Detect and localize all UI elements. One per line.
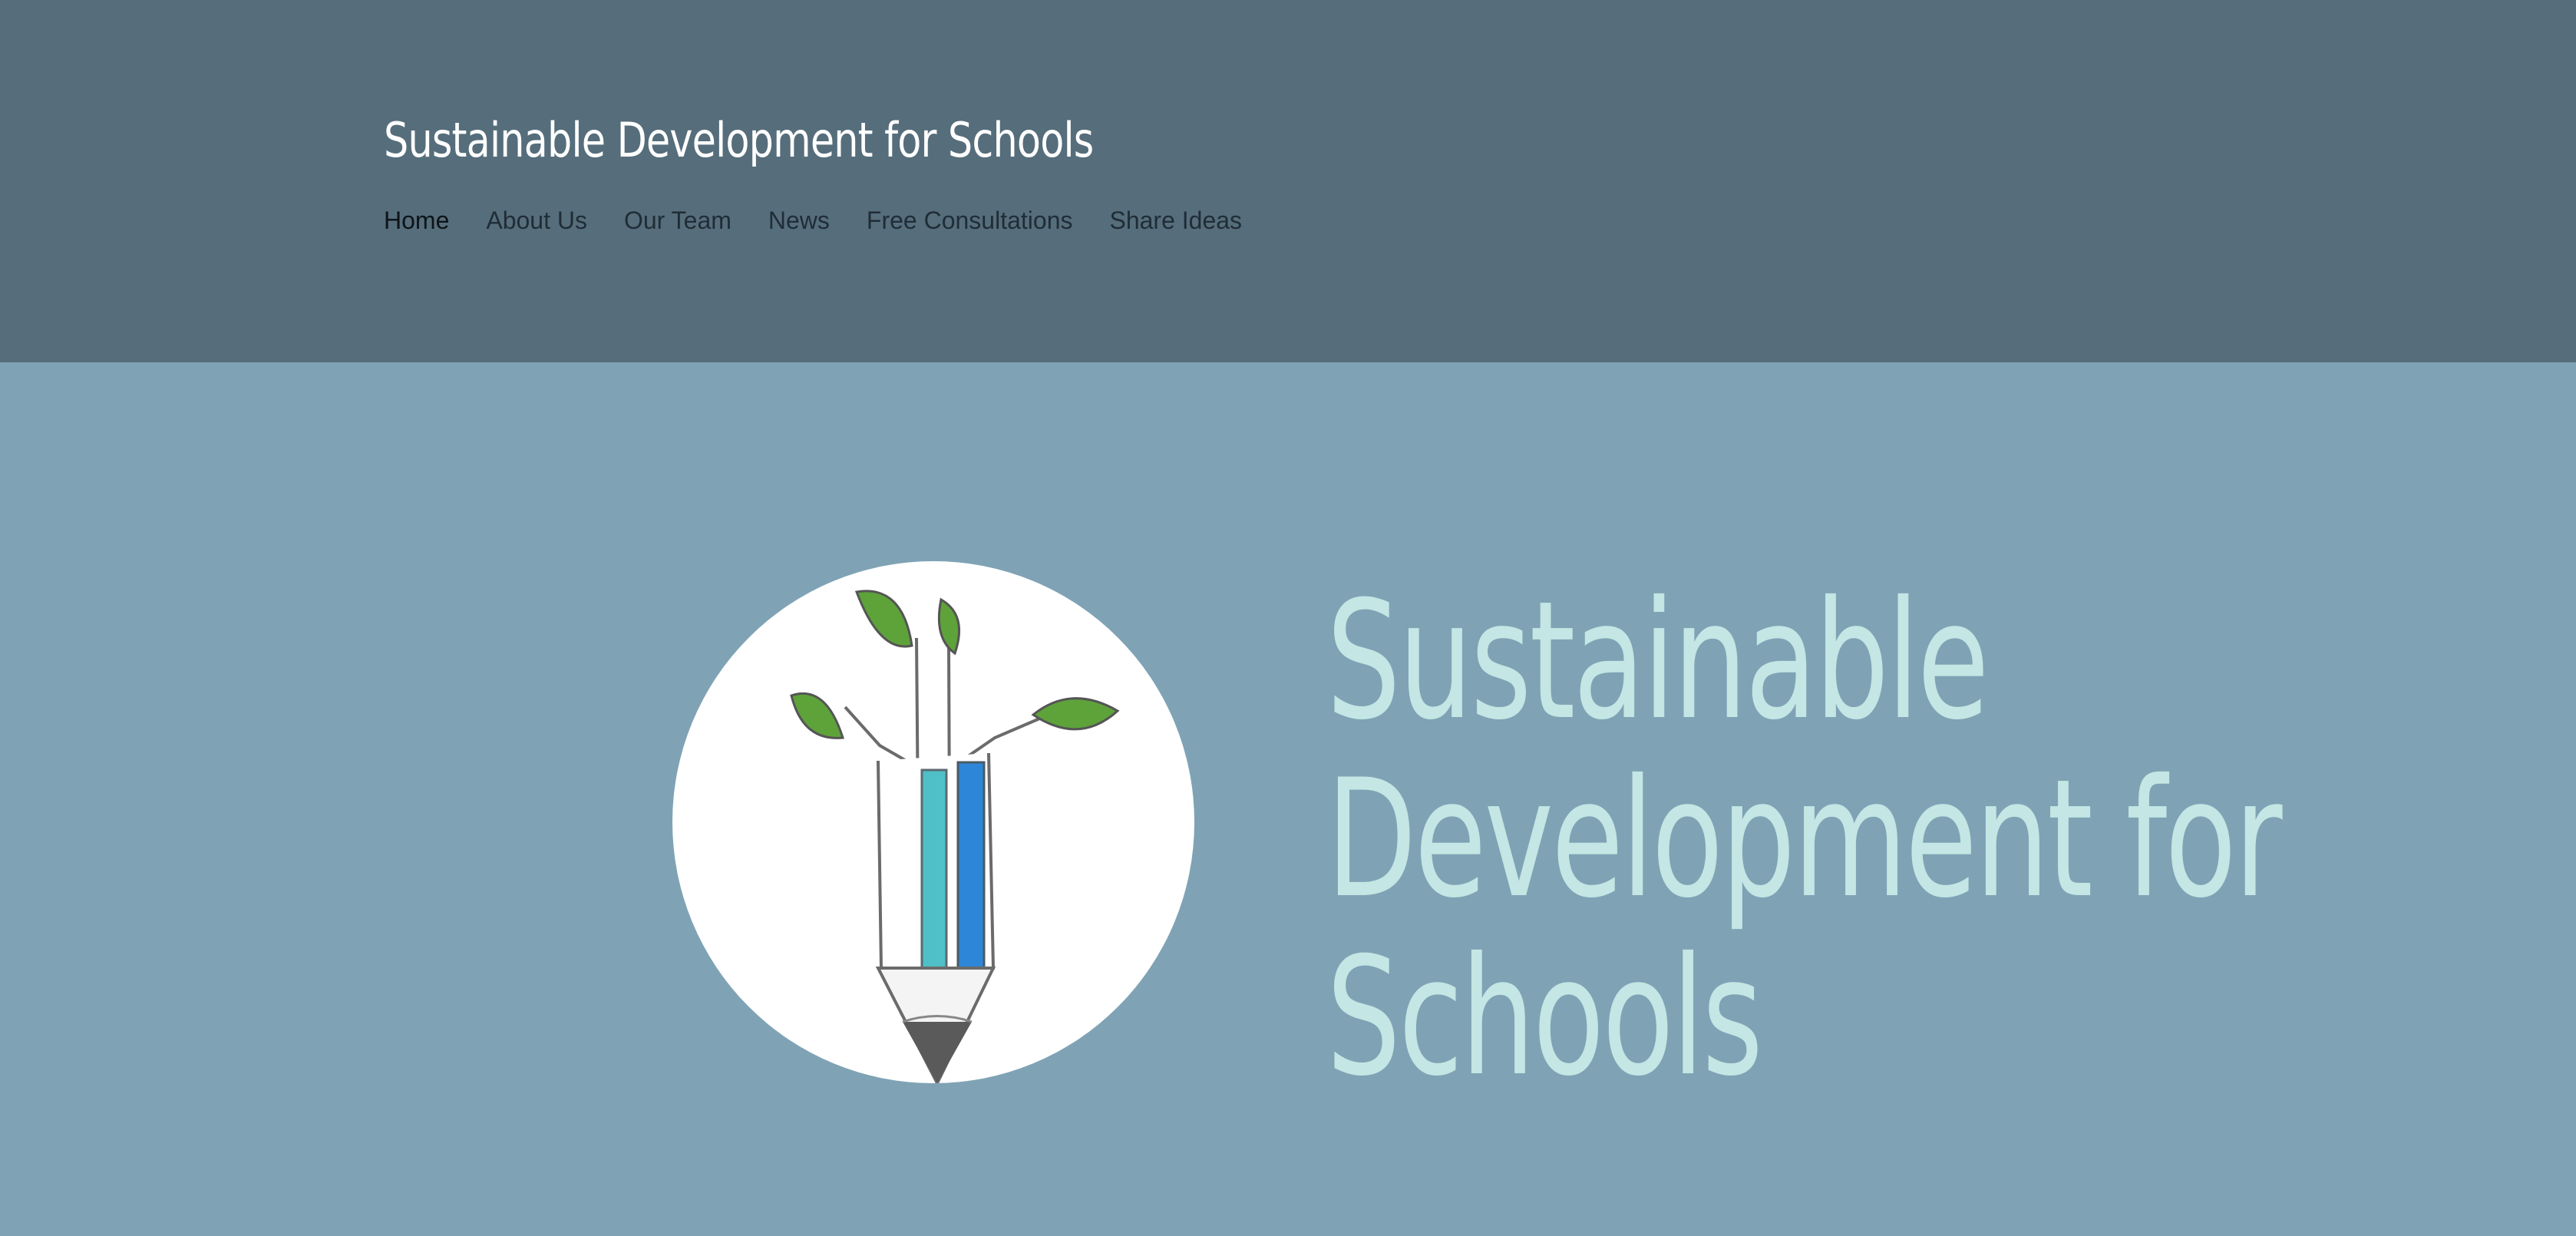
nav-item-home[interactable]: Home <box>384 207 449 235</box>
nav-item-our-team[interactable]: Our Team <box>624 207 732 235</box>
nav-item-about-us[interactable]: About Us <box>486 207 587 235</box>
hero-heading-line-3: Schools <box>1326 922 1763 1112</box>
main-navigation: Home About Us Our Team News Free Consult… <box>384 203 1242 237</box>
page: Sustainable Development for Schools Home… <box>0 0 2576 1236</box>
nav-item-free-consultations[interactable]: Free Consultations <box>867 207 1073 235</box>
site-header: Sustainable Development for Schools Home… <box>0 0 2576 362</box>
site-title[interactable]: Sustainable Development for Schools <box>384 106 1094 175</box>
nav-item-news[interactable]: News <box>768 207 830 235</box>
hero-heading: Sustainable Development for Schools <box>1326 566 2283 1112</box>
nav-item-share-ideas[interactable]: Share Ideas <box>1109 207 1242 235</box>
pencil-sprout-logo-icon <box>672 561 1194 1083</box>
hero-heading-line-1: Sustainable <box>1326 566 1990 755</box>
hero-heading-line-2: Development for <box>1326 744 2283 934</box>
